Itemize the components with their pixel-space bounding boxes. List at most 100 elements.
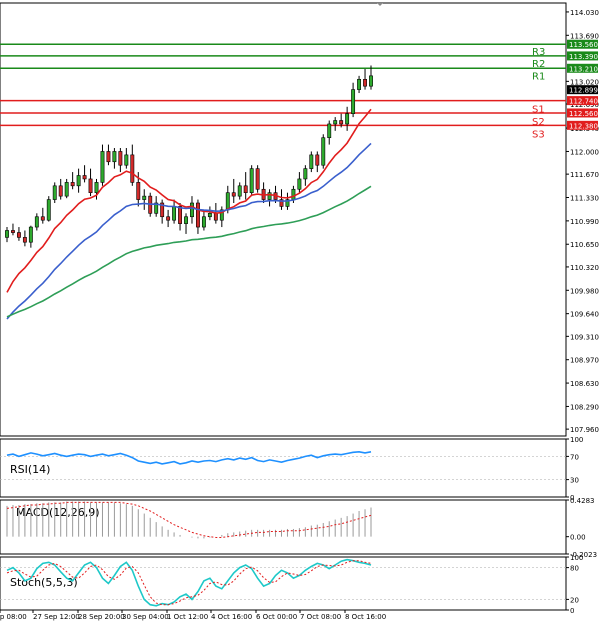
candle-body <box>201 216 206 228</box>
candle-body <box>64 182 69 197</box>
candle-body <box>46 199 51 221</box>
candle-body <box>136 182 141 200</box>
candle-body <box>333 120 338 125</box>
candle-body <box>315 154 320 166</box>
candle <box>321 134 326 169</box>
candle-body <box>166 216 171 221</box>
level-label-s1: S1 <box>532 105 545 116</box>
price-tick-label: 109.980 <box>570 287 599 295</box>
candle-body <box>327 123 332 139</box>
candle-body <box>184 216 188 224</box>
candle-body <box>11 230 15 233</box>
price-tick-label: 108.290 <box>570 403 599 411</box>
candle-body <box>369 75 373 87</box>
candle-body <box>345 113 350 125</box>
candle-body <box>142 195 147 200</box>
chart: R3R2R1S1S2S3 114.030113.690113.020112.69… <box>0 0 600 628</box>
time-tick-label: 6 Oct 00:00 <box>256 613 297 621</box>
candle-body <box>339 120 344 125</box>
candle-body <box>363 78 367 87</box>
stoch-tick-label: 80 <box>570 565 579 573</box>
candle-body <box>207 213 212 218</box>
candle-body <box>16 232 21 238</box>
candle-body <box>70 182 75 187</box>
price-tick-label: 108.970 <box>570 357 599 365</box>
candle-body <box>5 230 9 238</box>
candle <box>255 165 260 193</box>
level-tag-value: 113.390 <box>569 53 598 61</box>
price-tick-label: 108.630 <box>570 380 599 388</box>
price-tick-label: 110.320 <box>570 264 599 272</box>
candle <box>46 196 51 222</box>
candle <box>249 165 254 197</box>
level-tag-value: 113.210 <box>569 65 598 73</box>
candle-body <box>76 175 81 187</box>
time-tick-label: 7 Oct 08:00 <box>300 613 341 621</box>
level-label-s3: S3 <box>532 129 545 140</box>
candle-body <box>106 151 111 163</box>
candle-body <box>243 185 248 193</box>
current-price-tag-value: 112.899 <box>569 87 598 95</box>
level-tag-value: 112.380 <box>569 122 598 130</box>
rsi-title: RSI(14) <box>10 463 50 476</box>
time-tick-label: 1 Oct 12:00 <box>167 613 208 621</box>
candle-body <box>190 202 194 218</box>
candle-body <box>100 151 105 183</box>
rsi-tick-label: 30 <box>570 477 579 485</box>
rsi-tick-label: 100 <box>570 436 583 444</box>
candle-body <box>52 185 57 200</box>
candle-body <box>321 137 326 166</box>
time-tick-label: 30 Sep 04:00 <box>122 613 169 621</box>
candle-body <box>82 175 87 180</box>
level-tag-value: 112.740 <box>569 98 598 106</box>
rsi-tick-label: 70 <box>570 453 579 461</box>
candle-body <box>22 237 27 243</box>
level-tag-value: 113.560 <box>569 41 598 49</box>
level-label-r1: R1 <box>532 71 545 82</box>
candle-body <box>267 192 272 200</box>
time-tick-label: 8 Oct 16:00 <box>345 613 386 621</box>
stoch-tick-label: 20 <box>570 596 579 604</box>
candle-body <box>88 178 93 193</box>
candle-body <box>237 185 242 197</box>
candle-body <box>249 168 254 193</box>
price-tick-label: 114.030 <box>570 9 599 17</box>
chart-background <box>0 0 600 628</box>
candle-body <box>351 89 356 114</box>
stoch-tick-label: 0 <box>570 607 574 615</box>
candle-body <box>303 168 308 180</box>
candle-body <box>255 168 260 190</box>
price-tick-label: 113.020 <box>570 78 599 86</box>
macd-tick-label: 0.4283 <box>570 497 595 505</box>
candle-body <box>297 178 302 190</box>
time-tick-label: 4 Oct 16:00 <box>211 613 252 621</box>
candle-body <box>231 192 236 197</box>
time-tick-label: 28 Sep 20:00 <box>78 613 125 621</box>
price-tick-label: 113.690 <box>570 32 599 40</box>
time-tick-label: 27 Sep 12:00 <box>33 613 80 621</box>
candle-body <box>172 206 177 221</box>
price-tick-label: 109.640 <box>570 311 599 319</box>
candle-body <box>225 192 230 211</box>
candle-body <box>178 206 182 224</box>
candle-body <box>34 216 39 228</box>
candle-body <box>112 151 117 163</box>
candle-body <box>357 78 362 90</box>
price-tick-label: 109.310 <box>570 333 599 341</box>
price-tick-label: 110.990 <box>570 218 599 226</box>
candle-body <box>309 154 314 169</box>
candle-body <box>291 188 296 200</box>
price-tick-label: 110.650 <box>570 241 599 249</box>
candle-body <box>124 154 129 166</box>
price-tick-label: 107.960 <box>570 426 599 434</box>
macd-tick-label: 0.00 <box>570 534 586 542</box>
candle-body <box>130 154 135 183</box>
candle-body <box>94 182 99 193</box>
candle-body <box>213 213 218 221</box>
price-tick-label: 112.000 <box>570 148 599 156</box>
candle-body <box>28 226 33 243</box>
candle-body <box>58 185 63 197</box>
level-tag-value: 112.560 <box>569 110 598 118</box>
candle-body <box>196 202 200 228</box>
stoch-tick-label: 100 <box>570 554 583 562</box>
